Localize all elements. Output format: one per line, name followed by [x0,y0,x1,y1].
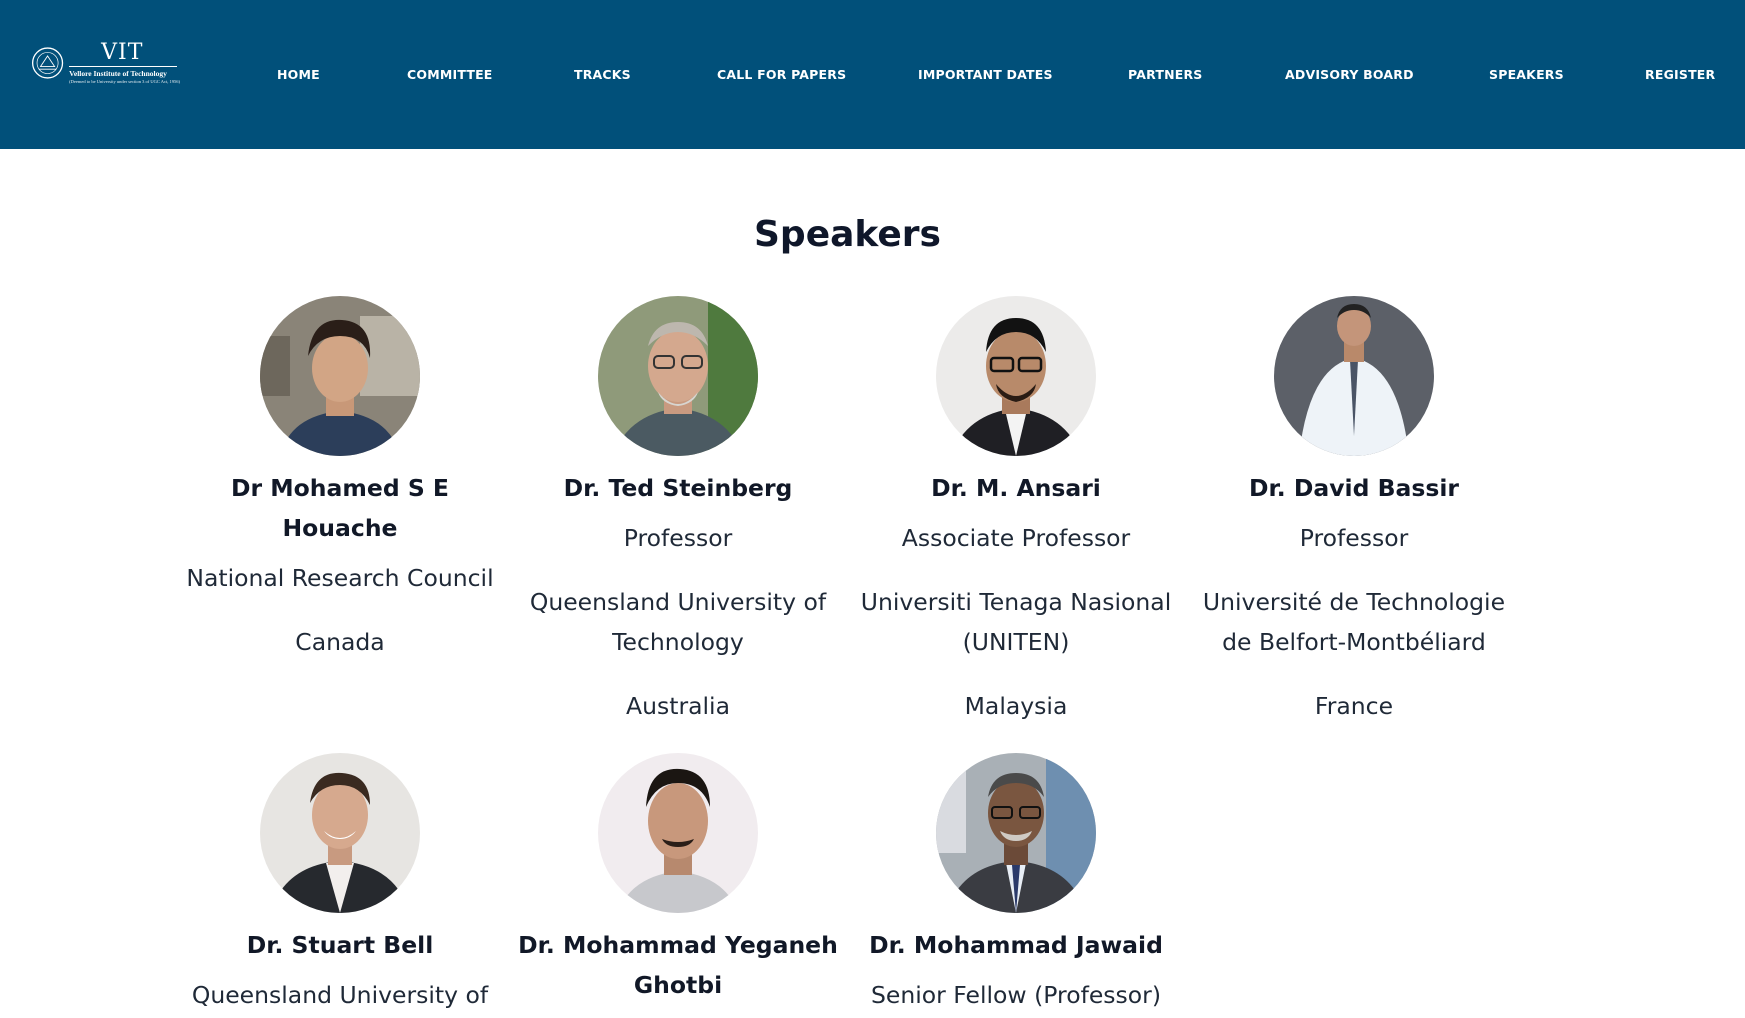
nav-home[interactable]: HOME [277,67,320,82]
speaker-card: Dr. Mohammad Yeganeh Ghotbi [513,753,843,1005]
speaker-role: Queensland University of [191,981,489,1009]
speaker-institution: Universiti Tenaga Nasional (UNITEN) [860,588,1172,656]
speaker-photo [260,753,420,913]
speaker-card: Dr. Mohammad Jawaid Senior Fellow (Profe… [851,753,1181,1015]
speaker-role: Senior Fellow (Professor) [871,981,1161,1009]
top-navbar: VIT Vellore Institute of Technology (Dee… [0,0,1745,149]
speaker-photo [936,296,1096,456]
nav-register[interactable]: REGISTER [1645,67,1715,82]
nav-committee[interactable]: COMMITTEE [407,67,493,82]
speaker-institution: Queensland University of Technology [529,588,827,656]
speaker-role: National Research Council [186,564,494,592]
speaker-role: Professor [1299,524,1409,552]
nav-important-dates[interactable]: IMPORTANT DATES [918,67,1053,82]
speaker-photo [598,296,758,456]
university-seal-icon [31,47,64,79]
speaker-name: Dr. Mohammad Yeganeh Ghotbi [518,931,838,999]
speaker-country: Malaysia [964,692,1068,720]
vit-logo[interactable]: VIT Vellore Institute of Technology (Dee… [30,40,180,86]
speaker-role: Associate Professor [901,524,1131,552]
speaker-card: Dr. Stuart Bell Queensland University of [175,753,505,1015]
nav-call-for-papers[interactable]: CALL FOR PAPERS [717,67,846,82]
logo-full-name: Vellore Institute of Technology [69,69,167,78]
speaker-name: Dr. M. Ansari [931,474,1101,502]
logo-subtitle: (Deemed to be University under section 3… [69,78,180,84]
speaker-institution: Canada [295,628,385,656]
speaker-photo [598,753,758,913]
nav-tracks[interactable]: TRACKS [574,67,631,82]
speaker-name: Dr Mohamed S E Houache [231,474,449,542]
speaker-photo [1274,296,1434,456]
speaker-name: Dr. David Bassir [1249,474,1459,502]
speaker-name: Dr. Stuart Bell [246,931,434,959]
speaker-institution: Université de Technologie de Belfort-Mon… [1202,588,1506,656]
speaker-country: France [1314,692,1394,720]
speaker-name: Dr. Ted Steinberg [563,474,793,502]
speaker-role: Professor [623,524,733,552]
nav-advisory-board[interactable]: ADVISORY BOARD [1285,67,1414,82]
speaker-photo [260,296,420,456]
speaker-card: Dr. Ted Steinberg Professor Queensland U… [513,296,843,726]
page-title: Speakers [754,214,941,255]
speaker-country: Australia [626,692,730,720]
speaker-card: Dr Mohamed S E Houache National Research… [175,296,505,662]
nav-partners[interactable]: PARTNERS [1128,67,1203,82]
speaker-photo [936,753,1096,913]
nav-speakers[interactable]: SPEAKERS [1489,67,1564,82]
speaker-name: Dr. Mohammad Jawaid [869,931,1163,959]
speaker-card: Dr. David Bassir Professor Université de… [1189,296,1519,726]
logo-divider [69,66,178,67]
speaker-card: Dr. M. Ansari Associate Professor Univer… [851,296,1181,726]
logo-abbreviation: VIT [101,40,144,65]
